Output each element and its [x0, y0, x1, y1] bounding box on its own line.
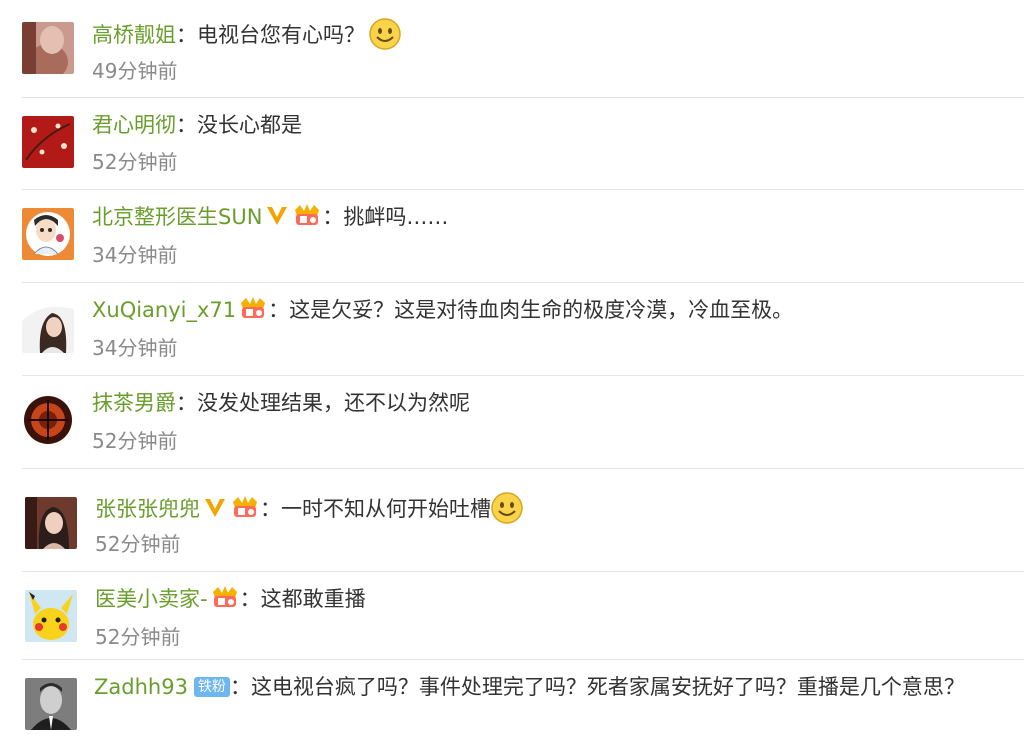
colon: ：: [176, 391, 197, 415]
verified-v-icon: [264, 204, 290, 228]
comment-item: 高桥靓姐：电视台您有心吗？ 49分钟前: [0, 0, 1024, 98]
comment-item: XuQianyi_x71 ：这是欠妥？这是对待血肉生命的极度冷漠，冷血至极。 34…: [0, 283, 1024, 376]
comment-time: 52分钟前: [92, 150, 178, 174]
comment-time: 34分钟前: [92, 336, 178, 360]
comment-text: 一时不知从何开始吐槽: [281, 497, 491, 521]
colon: ：: [239, 587, 261, 611]
smile-emoji-icon: [491, 492, 523, 532]
username-link[interactable]: Zadhh93: [94, 675, 188, 699]
username-link[interactable]: 医美小卖家-: [95, 587, 208, 611]
comment-time: 49分钟前: [92, 59, 178, 83]
comment-list: 高桥靓姐：电视台您有心吗？ 49分钟前 君心明彻：没长心都是 52分钟前 北京整…: [0, 0, 1024, 753]
colon: ：: [260, 497, 281, 521]
comment-time: 52分钟前: [95, 625, 181, 649]
comment-item: 张张张兜兜 ：一时不知从何开始吐槽 52分钟前: [0, 469, 1024, 572]
smile-emoji-icon: [369, 18, 401, 58]
avatar[interactable]: [22, 208, 74, 260]
username-link[interactable]: 君心明彻: [92, 113, 176, 137]
member-crown-icon: [230, 494, 260, 520]
username-link[interactable]: XuQianyi_x71: [92, 298, 236, 322]
member-crown-icon: [238, 295, 268, 321]
colon: ：: [268, 298, 290, 322]
comment-time: 34分钟前: [92, 243, 178, 267]
avatar[interactable]: [22, 116, 74, 168]
colon: ：: [229, 675, 251, 699]
username-link[interactable]: 张张张兜兜: [95, 497, 200, 521]
comment-item: 北京整形医生SUN ：挑衅吗…… 34分钟前: [0, 190, 1024, 283]
comment-text: 电视台您有心吗？: [197, 23, 365, 47]
comment-time: 52分钟前: [92, 429, 178, 453]
username-link[interactable]: 高桥靓姐: [92, 23, 176, 47]
fan-badge: 铁粉: [193, 677, 230, 697]
avatar[interactable]: [22, 394, 74, 446]
comment-text: 没发处理结果，还不以为然呢: [197, 391, 470, 415]
member-crown-icon: [292, 202, 322, 228]
avatar[interactable]: [25, 678, 77, 730]
comment-text: 这电视台疯了吗？事件处理完了吗？死者家属安抚好了吗？重播是几个意思？: [250, 675, 965, 699]
comment-time: 52分钟前: [95, 532, 181, 556]
colon: ：: [176, 113, 197, 137]
comment-item: Zadhh93 铁粉 ：这电视台疯了吗？事件处理完了吗？死者家属安抚好了吗？重播是几…: [0, 660, 1024, 753]
comment-text: 这是欠妥？这是对待血肉生命的极度冷漠，冷血至极。: [289, 298, 794, 322]
colon: ：: [322, 205, 344, 229]
comment-text: 挑衅吗……: [343, 205, 449, 229]
verified-v-icon: [202, 496, 228, 520]
colon: ：: [176, 23, 197, 47]
username-link[interactable]: 北京整形医生SUN: [92, 205, 262, 229]
avatar[interactable]: [22, 22, 74, 74]
comment-text: 没长心都是: [197, 113, 302, 137]
comment-item: 抹茶男爵：没发处理结果，还不以为然呢 52分钟前: [0, 376, 1024, 469]
avatar[interactable]: [22, 301, 74, 353]
comment-item: 君心明彻：没长心都是 52分钟前: [0, 98, 1024, 190]
avatar[interactable]: [25, 590, 77, 642]
comment-item: 医美小卖家- ：这都敢重播 52分钟前: [0, 572, 1024, 660]
member-crown-icon: [210, 584, 240, 610]
comment-text: 这都敢重播: [260, 587, 366, 611]
username-link[interactable]: 抹茶男爵: [92, 391, 176, 415]
avatar[interactable]: [25, 497, 77, 549]
